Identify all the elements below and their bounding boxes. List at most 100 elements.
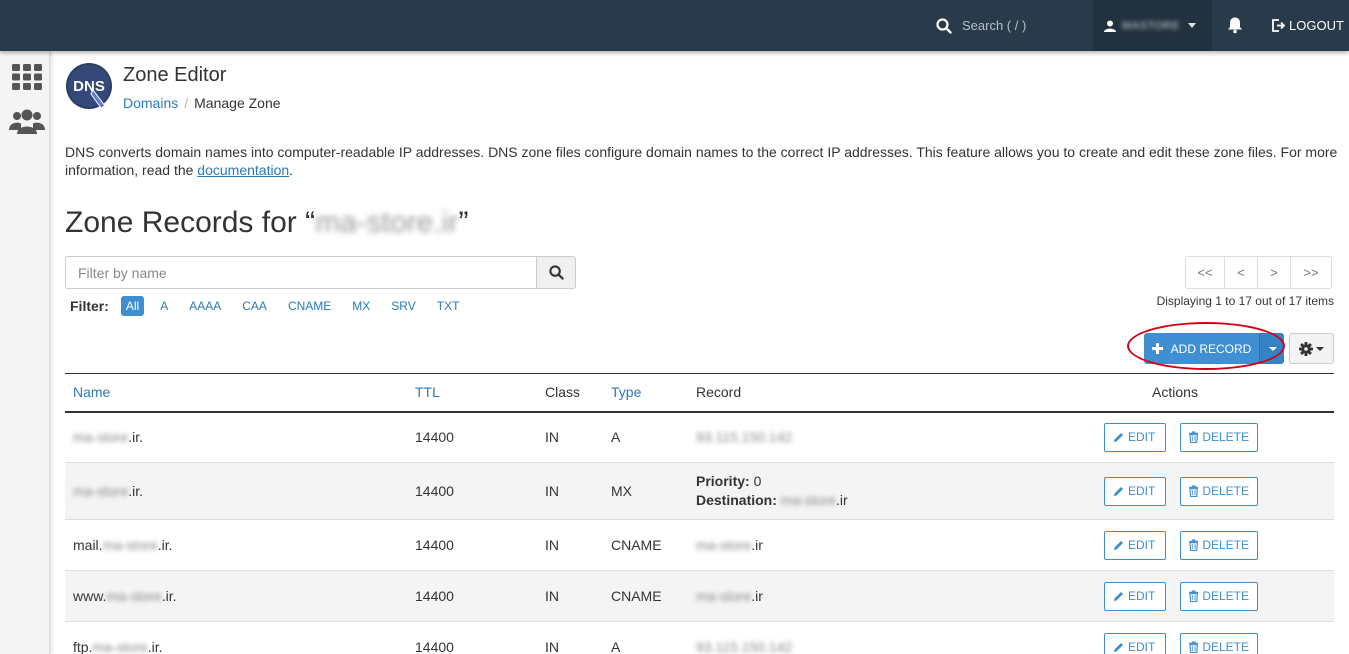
column-header-name[interactable]: Name (65, 373, 415, 413)
pager-first-button[interactable]: << (1185, 256, 1225, 289)
top-bar: Search ( / ) MASTORE LOGOUT (0, 0, 1349, 51)
filter-label: Filter: (70, 298, 109, 314)
record-type: CNAME (611, 570, 696, 622)
record-name: ma-store.ir. (65, 411, 415, 463)
record-name: mail.ma-store.ir. (65, 519, 415, 571)
pencil-icon (1114, 540, 1123, 550)
zone-title-suffix: ” (458, 206, 469, 239)
trash-icon (1189, 641, 1199, 653)
pencil-icon (1114, 486, 1123, 496)
pager-next-button[interactable]: > (1257, 256, 1291, 289)
column-header-actions: Actions (1086, 373, 1334, 413)
record-ttl: 14400 (415, 519, 545, 571)
logout-label: LOGOUT (1289, 18, 1344, 33)
filter-search-button[interactable] (536, 256, 576, 289)
edit-button[interactable]: EDIT (1104, 422, 1166, 452)
pencil-icon (1114, 591, 1123, 601)
search-icon (548, 265, 564, 280)
zone-title-prefix: Zone Records for “ (65, 206, 316, 239)
record-actions: EDIT DELETE (1086, 462, 1334, 520)
pagination: << < > >> (1185, 256, 1332, 289)
breadcrumb-current: Manage Zone (194, 95, 281, 111)
pencil-icon (1114, 432, 1123, 442)
breadcrumb-separator: / (184, 95, 189, 111)
filter-pill-all[interactable]: All (120, 296, 145, 316)
delete-button[interactable]: DELETE (1180, 422, 1258, 452)
record-value: ma-store.ir (696, 519, 1086, 571)
filter-pill-a[interactable]: A (155, 296, 173, 316)
add-record-button[interactable]: ADD RECORD (1144, 333, 1259, 364)
users-group-icon[interactable] (9, 109, 45, 135)
delete-button[interactable]: DELETE (1180, 530, 1258, 560)
record-type: MX (611, 462, 696, 520)
record-type: CNAME (611, 519, 696, 571)
chevron-down-icon (1188, 23, 1196, 28)
chevron-down-icon (1316, 346, 1324, 351)
documentation-link[interactable]: documentation (197, 162, 289, 178)
zone-domain: ma-store.ir (315, 206, 459, 239)
filter-group (65, 256, 576, 289)
edit-button[interactable]: EDIT (1104, 530, 1166, 560)
record-class: IN (545, 621, 611, 654)
add-record-dropdown-toggle[interactable] (1259, 333, 1284, 364)
edit-button[interactable]: EDIT (1104, 632, 1166, 654)
edit-button[interactable]: EDIT (1104, 476, 1166, 506)
filter-pill-txt[interactable]: TXT (432, 296, 465, 316)
type-filter-row: Filter: All A AAAA CAA CNAME MX SRV TXT (70, 295, 475, 317)
user-menu[interactable]: MASTORE (1093, 0, 1212, 51)
logout-icon (1272, 19, 1285, 32)
add-record-button-group: ADD RECORD (1144, 333, 1284, 364)
pager-last-button[interactable]: >> (1290, 256, 1332, 289)
delete-button[interactable]: DELETE (1180, 581, 1258, 611)
filter-pill-caa[interactable]: CAA (237, 296, 272, 316)
record-value: 93.115.150.142 (696, 411, 1086, 463)
table-row: ma-store.ir. 14400 IN A 93.115.150.142 E… (65, 411, 1334, 463)
apps-grid-icon[interactable] (12, 64, 42, 90)
column-header-record: Record (696, 373, 1086, 413)
record-class: IN (545, 519, 611, 571)
table-row: ftp.ma-store.ir. 14400 IN A 93.115.150.1… (65, 621, 1334, 654)
record-name: www.ma-store.ir. (65, 570, 415, 622)
gear-icon (1299, 341, 1313, 356)
delete-button[interactable]: DELETE (1180, 476, 1258, 506)
filter-input[interactable] (65, 256, 536, 289)
bell-icon[interactable] (1226, 16, 1244, 34)
record-actions: EDIT DELETE (1086, 570, 1334, 622)
record-type: A (611, 411, 696, 463)
items-count: Displaying 1 to 17 out of 17 items (1156, 294, 1334, 308)
logout-button[interactable]: LOGOUT (1272, 0, 1344, 51)
zone-records-title: Zone Records for “ma-store.ir” (65, 206, 468, 240)
record-name: ftp.ma-store.ir. (65, 621, 415, 654)
sidebar (0, 51, 50, 654)
record-actions: EDIT DELETE (1086, 519, 1334, 571)
search-placeholder[interactable]: Search ( / ) (962, 18, 1026, 33)
user-icon (1104, 20, 1116, 32)
column-header-type[interactable]: Type (611, 373, 696, 413)
zone-records-table: Name TTL Class Type Record Actions ma-st… (65, 373, 1334, 654)
edit-button[interactable]: EDIT (1104, 581, 1166, 611)
column-header-ttl[interactable]: TTL (415, 373, 545, 413)
filter-pill-srv[interactable]: SRV (386, 296, 420, 316)
breadcrumb-domains-link[interactable]: Domains (123, 95, 178, 111)
record-name: ma-store.ir. (65, 462, 415, 520)
record-value: Priority: 0 Destination: ma-store.ir (696, 462, 1086, 520)
record-class: IN (545, 411, 611, 463)
table-row: ma-store.ir. 14400 IN MX Priority: 0 Des… (65, 462, 1334, 520)
filter-pill-cname[interactable]: CNAME (283, 296, 336, 316)
dns-logo-icon: DNS (66, 63, 112, 109)
search-box[interactable]: Search ( / ) (936, 0, 1026, 51)
search-icon (936, 17, 952, 34)
pager-prev-button[interactable]: < (1224, 256, 1258, 289)
record-ttl: 14400 (415, 621, 545, 654)
breadcrumb: Domains / Manage Zone (123, 95, 281, 111)
delete-button[interactable]: DELETE (1180, 632, 1258, 654)
settings-dropdown-button[interactable] (1289, 333, 1334, 364)
add-record-label: ADD RECORD (1170, 341, 1252, 356)
filter-pill-mx[interactable]: MX (347, 296, 375, 316)
page-title: Zone Editor (123, 64, 227, 86)
trash-icon (1189, 431, 1199, 444)
record-value: 93.115.150.142 (696, 621, 1086, 654)
table-row: mail.ma-store.ir. 14400 IN CNAME ma-stor… (65, 519, 1334, 571)
filter-pill-aaaa[interactable]: AAAA (184, 296, 226, 316)
trash-icon (1189, 485, 1199, 497)
